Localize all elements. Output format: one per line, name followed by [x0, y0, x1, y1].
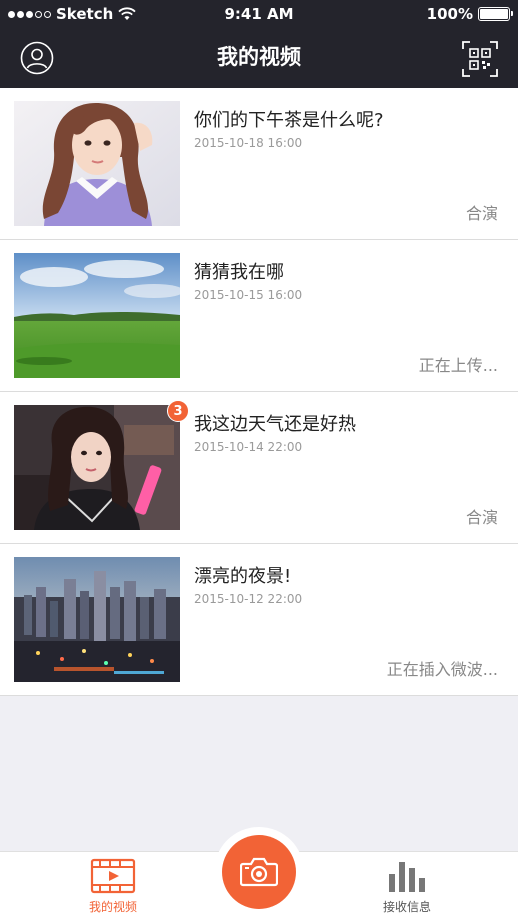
tab-received-messages[interactable]: 接收信息 — [347, 852, 467, 920]
portrait-photo-image — [14, 101, 180, 226]
video-title: 我这边天气还是好热 — [194, 414, 356, 435]
bar-chart-icon — [389, 862, 425, 892]
status-right: 100% — [426, 5, 513, 23]
video-thumbnail[interactable] — [14, 557, 180, 682]
video-item[interactable]: 你们的下午茶是什么呢? 2015-10-18 16:00 合演 — [0, 88, 518, 240]
grassland-landscape-image — [14, 253, 180, 378]
tab-received-messages-label: 接收信息 — [382, 900, 431, 914]
page-title: 我的视频 — [217, 45, 301, 69]
status-bar: Sketch 9:41 AM 100% — [0, 0, 518, 30]
video-title: 漂亮的夜景! — [194, 566, 292, 587]
film-icon — [90, 858, 136, 894]
video-date: 2015-10-18 16:00 — [194, 136, 303, 150]
video-date: 2015-10-15 16:00 — [194, 288, 303, 302]
video-status[interactable]: 合演 — [466, 200, 498, 224]
video-thumbnail[interactable] — [14, 253, 180, 378]
video-item[interactable]: 猜猜我在哪 2015-10-15 16:00 正在上传... — [0, 240, 518, 392]
video-item[interactable]: 3 我这边天气还是好热 2015-10-14 22:00 合演 — [0, 392, 518, 544]
video-date: 2015-10-12 22:00 — [194, 592, 303, 606]
video-status: 正在插入微波... — [386, 660, 498, 679]
video-date: 2015-10-14 22:00 — [194, 440, 303, 454]
video-title: 你们的下午茶是什么呢? — [194, 110, 384, 131]
notification-badge: 3 — [167, 400, 189, 422]
city-night-image — [14, 557, 180, 682]
top-bar: Sketch 9:41 AM 100% 我的视频 — [0, 0, 518, 88]
battery-icon — [478, 7, 513, 21]
navigation-bar: 我的视频 — [0, 30, 518, 88]
video-item[interactable]: 漂亮的夜景! 2015-10-12 22:00 正在插入微波... — [0, 544, 518, 696]
video-status[interactable]: 合演 — [466, 504, 498, 528]
selfie-photo-image — [14, 405, 180, 530]
tab-my-videos-label: 我的视频 — [88, 900, 137, 914]
video-thumbnail[interactable] — [14, 405, 180, 530]
video-thumbnail[interactable] — [14, 101, 180, 226]
camera-button[interactable] — [222, 835, 296, 909]
qr-code-icon[interactable] — [462, 41, 498, 77]
battery-percent: 100% — [426, 5, 473, 23]
video-list: 你们的下午茶是什么呢? 2015-10-18 16:00 合演 猜猜我在哪 20… — [0, 88, 518, 696]
video-title: 猜猜我在哪 — [194, 262, 284, 283]
camera-icon — [240, 857, 278, 887]
video-status: 正在上传... — [418, 356, 498, 375]
tab-my-videos[interactable]: 我的视频 — [53, 852, 173, 920]
